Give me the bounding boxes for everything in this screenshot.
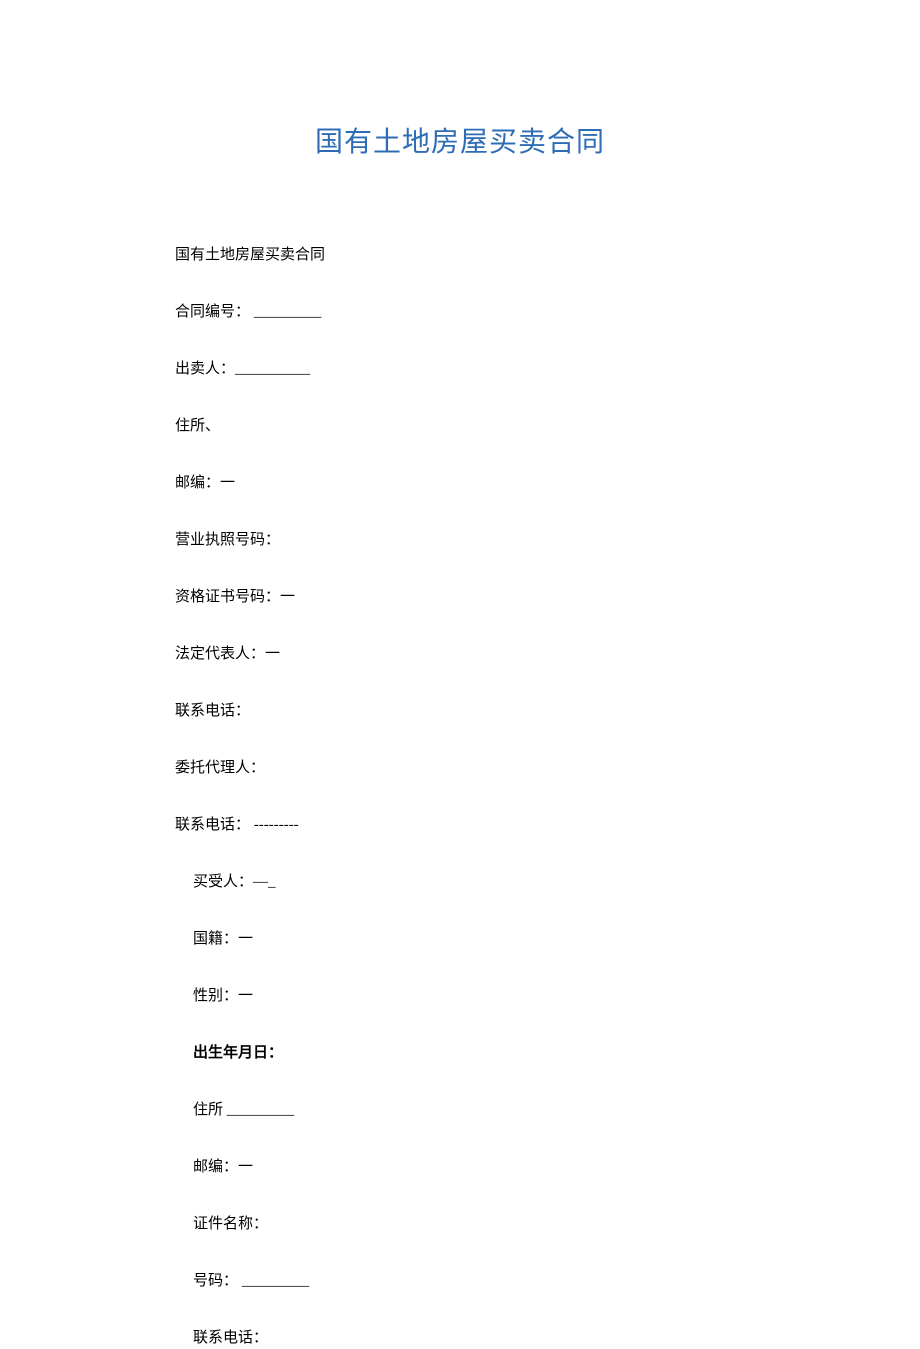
field-line: 法定代表人：一 xyxy=(175,644,745,665)
field-line: 联系电话： xyxy=(175,1328,745,1349)
document-page: 国有土地房屋买卖合同 国有土地房屋买卖合同合同编号： _________出卖人：… xyxy=(0,0,920,1349)
field-line: 委托代理人： xyxy=(175,758,745,779)
field-line: 国籍：一 xyxy=(175,929,745,950)
field-line: 营业执照号码： xyxy=(175,530,745,551)
field-line: 邮编：一 xyxy=(175,473,745,494)
field-line: 资格证书号码：一 xyxy=(175,587,745,608)
field-line: 买受人：—_ xyxy=(175,872,745,893)
field-line: 号码： _________ xyxy=(175,1271,745,1292)
field-line: 出卖人：__________ xyxy=(175,359,745,380)
field-line: 联系电话： --------- xyxy=(175,815,745,836)
field-line: 住所、 xyxy=(175,416,745,437)
document-title: 国有土地房屋买卖合同 xyxy=(175,120,745,160)
field-line: 合同编号： _________ xyxy=(175,302,745,323)
field-line: 住所 _________ xyxy=(175,1100,745,1121)
field-line: 出生年月日： xyxy=(175,1043,745,1064)
field-line: 性别：一 xyxy=(175,986,745,1007)
field-line: 国有土地房屋买卖合同 xyxy=(175,245,745,266)
field-line: 邮编：一 xyxy=(175,1157,745,1178)
fields-container: 国有土地房屋买卖合同合同编号： _________ 出卖人：__________ 住… xyxy=(175,245,745,1349)
field-line: 联系电话： xyxy=(175,701,745,722)
field-line: 证件名称： xyxy=(175,1214,745,1235)
